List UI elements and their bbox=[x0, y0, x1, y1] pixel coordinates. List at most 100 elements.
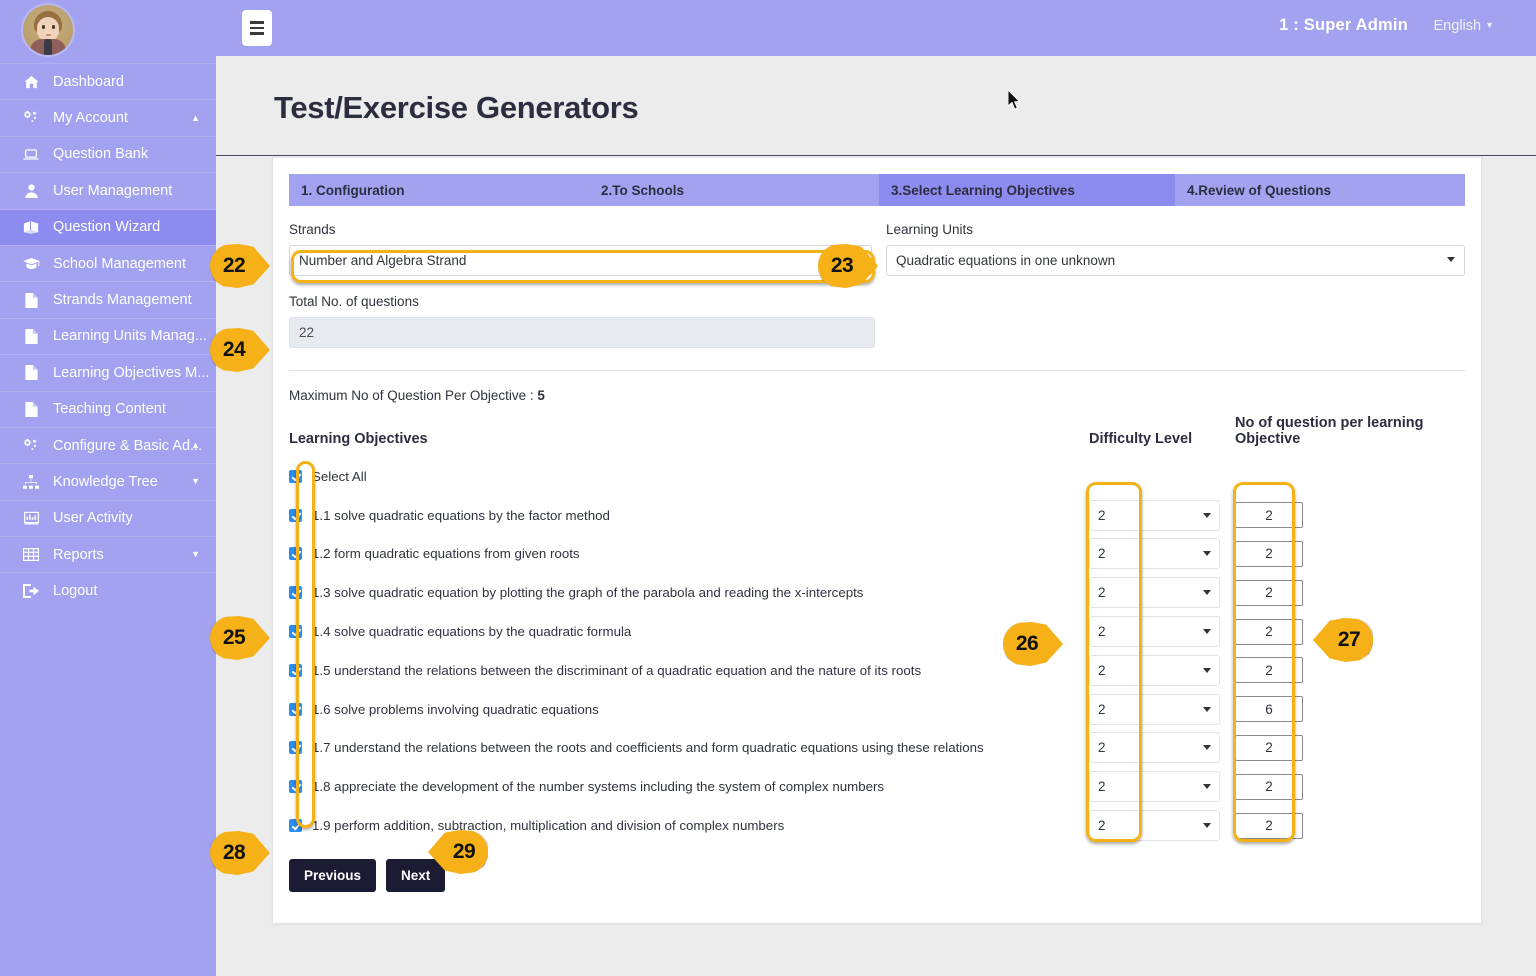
header-learning-objectives: Learning Objectives bbox=[289, 431, 428, 447]
objective-label: 1.3 solve quadratic equation by plotting… bbox=[312, 585, 864, 601]
objective-checkbox[interactable] bbox=[289, 702, 302, 716]
learning-units-field: Learning Units bbox=[885, 222, 1465, 276]
header-question-count: No of question per learning Objective bbox=[1235, 415, 1424, 447]
question-count-input[interactable] bbox=[1235, 734, 1303, 761]
file-icon bbox=[18, 365, 44, 381]
sidebar-nav: Dashboard My Account ▲ Question Bank User Ma… bbox=[0, 63, 216, 609]
objective-checkbox[interactable] bbox=[289, 547, 302, 561]
strands-label: Strands bbox=[289, 222, 336, 237]
question-count-input[interactable] bbox=[1235, 618, 1303, 645]
objective-label: 1.2 form quadratic equations from given … bbox=[312, 546, 580, 562]
avatar-mouth bbox=[46, 34, 51, 36]
page-title: Test/Exercise Generators bbox=[274, 90, 639, 125]
difficulty-select[interactable] bbox=[1089, 732, 1220, 764]
sidebar-item-reports[interactable]: Reports ▼ bbox=[0, 536, 216, 572]
sidebar-item-label: Teaching Content bbox=[53, 401, 166, 418]
sidebar-item-my-account[interactable]: My Account ▲ bbox=[0, 99, 216, 135]
home-icon bbox=[18, 75, 44, 89]
max-per-objective-value: 5 bbox=[537, 388, 545, 403]
question-count-input[interactable] bbox=[1235, 773, 1303, 800]
gears-icon bbox=[18, 111, 44, 125]
difficulty-select[interactable] bbox=[1089, 693, 1220, 725]
sidebar-item-label: Dashboard bbox=[53, 73, 124, 90]
next-button[interactable]: Next bbox=[386, 858, 446, 892]
tab-configuration[interactable]: 1. Configuration bbox=[289, 174, 589, 206]
max-per-objective-text: Maximum No of Question Per Objective : bbox=[289, 388, 538, 403]
sidebar-item-label: My Account bbox=[53, 110, 128, 127]
topbar: 1 : Super Admin English ▼ bbox=[216, 0, 1536, 56]
question-count-input[interactable] bbox=[1235, 696, 1303, 723]
sidebar-item-user-management[interactable]: User Management bbox=[0, 172, 216, 208]
difficulty-select[interactable] bbox=[1089, 810, 1220, 842]
difficulty-select[interactable] bbox=[1089, 771, 1220, 803]
objective-checkbox[interactable] bbox=[289, 663, 302, 677]
objective-row: 1.9 perform addition, subtraction, multi… bbox=[289, 806, 1465, 845]
objective-checkbox[interactable] bbox=[289, 741, 302, 755]
sidebar-item-strands-management[interactable]: Strands Management bbox=[0, 281, 216, 317]
total-questions-field: Total No. of questions bbox=[289, 294, 875, 348]
objective-label: 1.9 perform addition, subtraction, multi… bbox=[312, 818, 785, 834]
title-divider bbox=[216, 155, 1536, 156]
sidebar-item-question-wizard[interactable]: Question Wizard bbox=[0, 208, 216, 245]
sidebar-item-school-management[interactable]: School Management bbox=[0, 244, 216, 281]
objectives-list: Select All 1.1 solve quadratic equations… bbox=[289, 457, 1465, 845]
wizard-steps: 1. Configuration 2.To Schools 3.Select L… bbox=[289, 174, 1465, 206]
objective-checkbox[interactable] bbox=[289, 508, 302, 522]
sidebar-item-label: Learning Units Manag... bbox=[53, 328, 207, 345]
difficulty-select[interactable] bbox=[1089, 538, 1220, 570]
difficulty-select[interactable] bbox=[1089, 499, 1220, 531]
wizard-card: 1. Configuration 2.To Schools 3.Select L… bbox=[272, 157, 1482, 924]
header-difficulty-level: Difficulty Level bbox=[1089, 431, 1193, 447]
sidebar-item-learning-units-manag[interactable]: Learning Units Manag... bbox=[0, 317, 216, 354]
objective-row: 1.3 solve quadratic equation by plotting… bbox=[289, 573, 1465, 612]
sidebar-item-knowledge-tree[interactable]: Knowledge Tree ▼ bbox=[0, 463, 216, 499]
objective-checkbox[interactable] bbox=[289, 780, 302, 794]
question-count-input[interactable] bbox=[1235, 502, 1303, 529]
tab-select-learning-objectives[interactable]: 3.Select Learning Objectives bbox=[879, 174, 1175, 206]
sidebar-item-teaching-content[interactable]: Teaching Content bbox=[0, 390, 216, 427]
sidebar-item-user-activity[interactable]: User Activity bbox=[0, 499, 216, 536]
objective-checkbox[interactable] bbox=[289, 625, 302, 639]
sidebar-item-label: Learning Objectives M... bbox=[53, 364, 210, 381]
chevron-down-icon: ▼ bbox=[191, 549, 200, 560]
sidebar-item-dashboard[interactable]: Dashboard bbox=[0, 63, 216, 99]
objective-label: 1.4 solve quadratic equations by the qua… bbox=[312, 624, 632, 640]
tab-to-schools[interactable]: 2.To Schools bbox=[589, 174, 879, 206]
objective-checkbox[interactable] bbox=[289, 586, 302, 600]
sidebar-item-label: Question Bank bbox=[53, 146, 149, 163]
sidebar-item-learning-objectives-m[interactable]: Learning Objectives M... bbox=[0, 354, 216, 390]
sidebar-item-label: Logout bbox=[53, 583, 98, 600]
section-divider bbox=[289, 370, 1465, 371]
sidebar-item-question-bank[interactable]: Question Bank bbox=[0, 135, 216, 172]
total-questions-label: Total No. of questions bbox=[289, 294, 419, 309]
objective-label: 1.7 understand the relations between the… bbox=[312, 740, 984, 756]
objective-label: 1.6 solve problems involving quadratic e… bbox=[312, 701, 599, 717]
current-user-label: 1 : Super Admin bbox=[1279, 16, 1408, 34]
avatar-container bbox=[0, 0, 216, 63]
previous-button[interactable]: Previous bbox=[289, 858, 377, 892]
difficulty-select[interactable] bbox=[1089, 577, 1220, 609]
strands-input[interactable] bbox=[289, 245, 872, 276]
file-icon bbox=[18, 328, 44, 344]
total-questions-input[interactable] bbox=[289, 317, 875, 348]
question-count-input[interactable] bbox=[1235, 579, 1303, 606]
question-count-input[interactable] bbox=[1235, 812, 1303, 839]
select-all-checkbox[interactable] bbox=[289, 469, 302, 483]
objective-row: 1.5 understand the relations between the… bbox=[289, 651, 1465, 690]
question-count-input[interactable] bbox=[1235, 540, 1303, 567]
sign-out-icon bbox=[18, 584, 44, 599]
objective-checkbox[interactable] bbox=[289, 819, 302, 833]
sidebar-item-logout[interactable]: Logout bbox=[0, 572, 216, 608]
objective-row: 1.7 understand the relations between the… bbox=[289, 729, 1465, 768]
hamburger-icon[interactable] bbox=[242, 10, 272, 46]
difficulty-select[interactable] bbox=[1089, 654, 1220, 686]
avatar[interactable] bbox=[23, 5, 73, 55]
question-count-input[interactable] bbox=[1235, 657, 1303, 684]
tab-review-of-questions[interactable]: 4.Review of Questions bbox=[1175, 174, 1465, 206]
gears-icon bbox=[18, 438, 44, 453]
difficulty-select[interactable] bbox=[1089, 616, 1220, 648]
learning-units-select[interactable] bbox=[885, 245, 1465, 276]
avatar-collar bbox=[44, 39, 52, 55]
sidebar-item-configure-basic-ad[interactable]: Configure & Basic Ad... ▲ bbox=[0, 426, 216, 463]
language-selector[interactable]: English ▼ bbox=[1434, 18, 1494, 34]
